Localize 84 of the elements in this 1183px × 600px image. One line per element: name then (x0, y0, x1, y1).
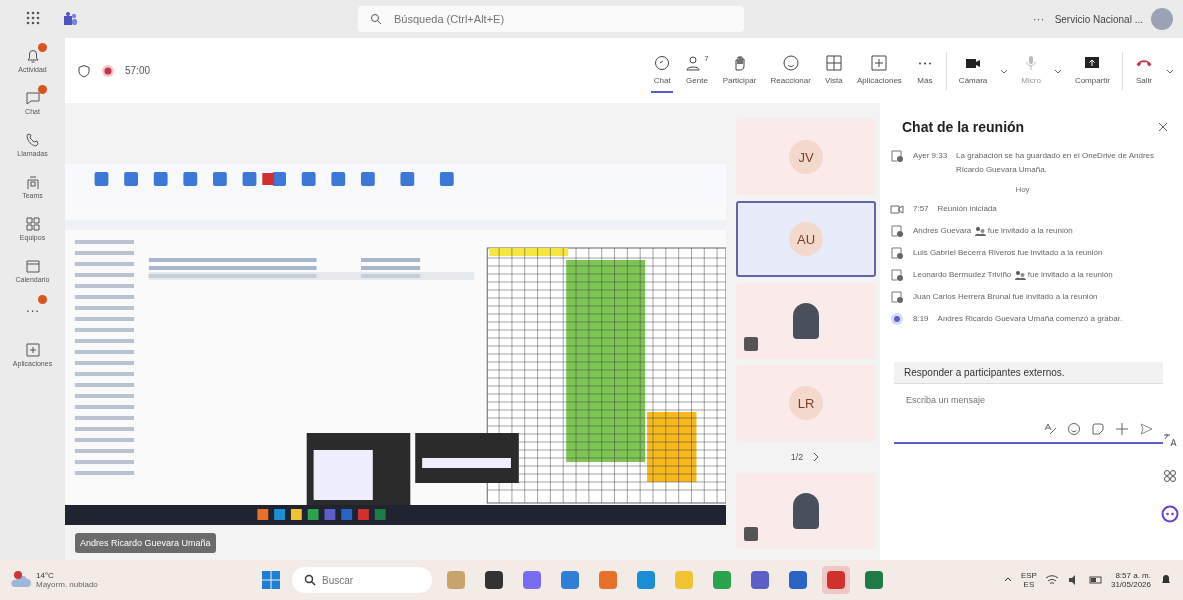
message-text: fue invitado a la reunión (987, 226, 1073, 235)
taskbar-search-field[interactable]: Buscar (292, 567, 432, 593)
participant-tile[interactable]: JV (736, 119, 876, 195)
person-add-icon (890, 246, 904, 260)
person-add-icon (890, 290, 904, 304)
grid-icon (23, 215, 42, 233)
meeting-timer: 57:00 (125, 65, 151, 76)
person-silhouette-icon (793, 493, 819, 529)
account-name: Servicio Nacional ... (1054, 13, 1143, 25)
people-button[interactable]: 7 Gente (683, 48, 711, 93)
person-badge-icon (744, 527, 758, 541)
battery-icon[interactable] (1088, 573, 1103, 587)
windows-start-icon[interactable] (260, 569, 282, 591)
participant-tile[interactable] (736, 283, 876, 359)
search-field[interactable]: Búsqueda (Ctrl+Alt+E) (358, 6, 744, 32)
video-camera-icon (890, 202, 904, 216)
person-add-icon (890, 149, 904, 163)
phone-hangup-icon (1136, 59, 1152, 67)
reply-banner: Responder a participantes externos. (894, 362, 1163, 384)
language-indicator[interactable]: ESP ES (1020, 571, 1037, 589)
weather-description: Mayorm. nublado (36, 580, 98, 589)
message-text: Andres Guevara (913, 226, 972, 235)
smile-button[interactable]: Reaccionar (768, 48, 813, 93)
person-badge-icon (744, 337, 758, 351)
app-grid-icon[interactable] (26, 11, 42, 27)
date-divider: Hoy (1015, 185, 1030, 194)
taskbar-clock[interactable]: 8:57 a. m. 31/05/2026 (1110, 571, 1151, 589)
message-text: Juan Carlos Herrera Brunal fue invitado a la reunión (913, 292, 1098, 301)
chat-button[interactable]: Chat (651, 48, 674, 93)
copilot-icon[interactable] (1161, 505, 1179, 523)
search-icon (370, 13, 382, 25)
close-icon[interactable] (1157, 121, 1169, 133)
message-time: Ayer 9:33 (913, 150, 948, 162)
grid-icon (824, 54, 843, 72)
chat-icon (653, 54, 672, 72)
message-time: 8:19 (913, 313, 929, 325)
page-indicator: 1/2 (790, 452, 804, 462)
teams-logo-icon (62, 11, 78, 27)
message-text: fue invitado a la reunión (1027, 270, 1113, 279)
leave-button[interactable]: Salir (1133, 48, 1155, 93)
smiley-icon (781, 54, 800, 72)
message-composer[interactable]: Escriba un mensaje (894, 384, 1163, 444)
rail-item[interactable]: ··· (4, 294, 61, 330)
participant-tile[interactable]: AU (736, 201, 876, 277)
more-button[interactable]: Más (913, 48, 936, 93)
message-text: Leonardo Bermudez Triviño (913, 270, 1012, 279)
apps-icon[interactable] (1163, 469, 1177, 483)
shield-icon[interactable] (77, 63, 91, 78)
share-button[interactable]: Compartir (1072, 48, 1112, 93)
emoji-icon[interactable] (1067, 422, 1081, 436)
more-icon (917, 61, 932, 65)
camera-button[interactable]: Cámara (956, 48, 990, 93)
participant-initials-avatar: JV (789, 140, 823, 174)
message-time: 7:57 (913, 203, 929, 215)
message-input[interactable]: Escriba un mensaje (904, 394, 1157, 406)
plus-button[interactable]: Aplicaciones (854, 48, 904, 93)
participant-tile[interactable] (736, 473, 876, 549)
participant-initials-avatar: LR (789, 386, 823, 420)
search-icon (304, 574, 316, 586)
calendar-icon (23, 257, 42, 275)
wifi-icon[interactable] (1044, 573, 1059, 587)
recording-icon (890, 312, 904, 326)
hand-button[interactable]: Participar (720, 48, 759, 93)
sticker-icon[interactable] (1091, 422, 1105, 436)
person-add-icon (890, 268, 904, 282)
participant-initials-avatar: AU (789, 222, 823, 256)
participant-tile[interactable]: LR (736, 365, 876, 441)
format-icon[interactable] (1043, 422, 1057, 436)
apps-icon (23, 341, 42, 359)
message-text: Reunión iniciada (937, 204, 997, 213)
chat-icon (23, 89, 42, 107)
presenter-name-tag: Andres Ricardo Guevara Umaña (75, 533, 216, 553)
translate-icon[interactable] (1163, 433, 1177, 447)
plus-icon (870, 54, 889, 72)
weather-temperature: 14°C (36, 571, 55, 580)
person-add-icon (890, 224, 904, 238)
person-silhouette-icon (793, 303, 819, 339)
message-text: Andres Ricardo Guevara Umaña comenzó a grabar. (937, 314, 1123, 323)
view-button[interactable]: Vista (822, 48, 845, 93)
send-icon[interactable] (1139, 422, 1153, 436)
message-text: La grabación se ha guardado en el OneDrive de Andres Ricardo Guevara Umaña. (956, 151, 1155, 174)
message-text: Luis Gabriel Becerra Riveros fue invitado a la reunión (913, 248, 1103, 257)
chat-title: Chat de la reunión (902, 119, 1025, 135)
more-button[interactable]: ··· (1032, 12, 1045, 26)
